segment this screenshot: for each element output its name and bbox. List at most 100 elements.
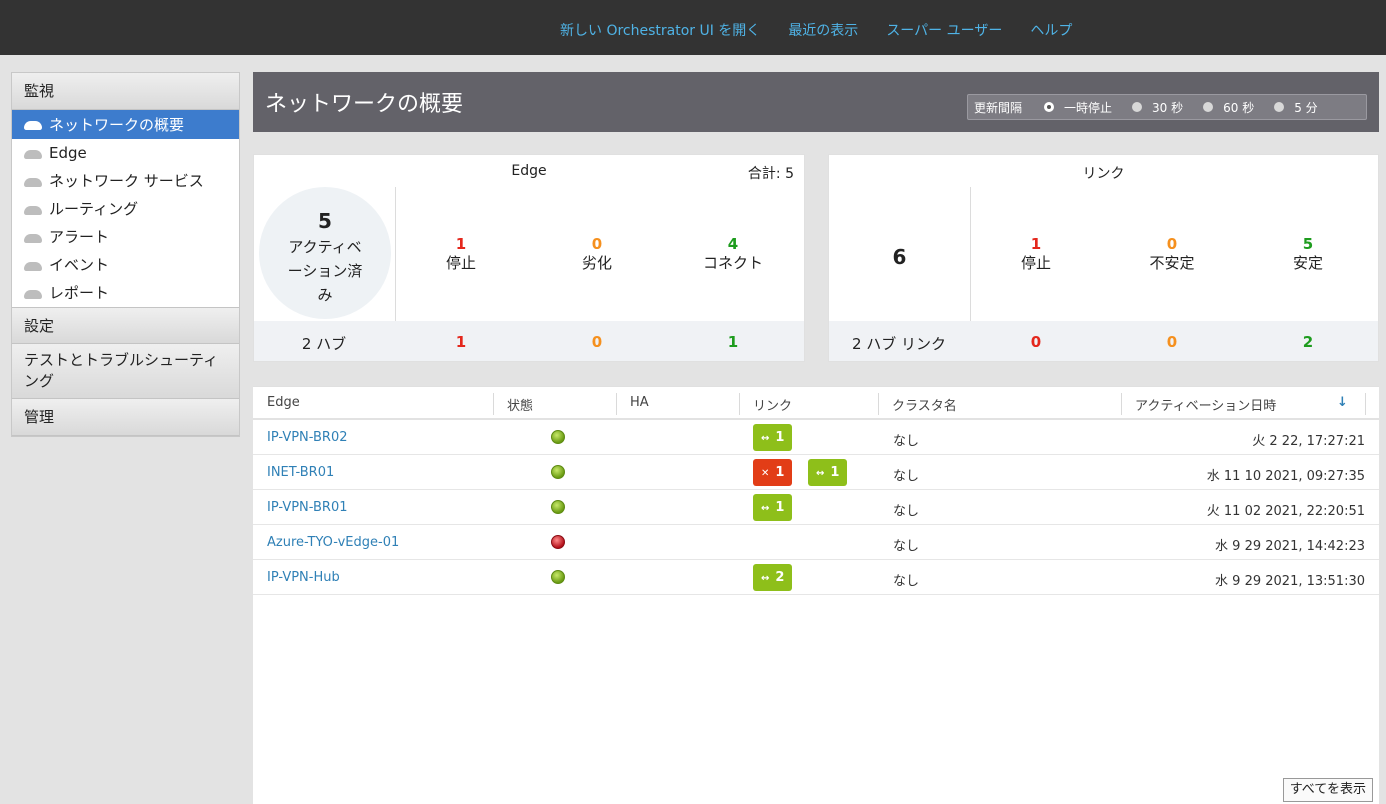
- sidebar-section-test-troubleshoot[interactable]: テストとトラブルシューティング: [12, 344, 239, 399]
- sidebar-item-label: アラート: [49, 228, 110, 246]
- edge-card-total: 合計: 5: [747, 166, 794, 182]
- sidebar-item-label: イベント: [49, 256, 110, 274]
- stat-value: 0: [591, 235, 603, 253]
- open-new-ui-link[interactable]: 新しい Orchestrator UI を開く: [560, 20, 760, 40]
- sidebar-item-alerts[interactable]: アラート: [12, 223, 239, 251]
- edge-stat-degraded[interactable]: 0 劣化: [537, 235, 657, 273]
- divider: [970, 187, 971, 323]
- sidebar-item-network-services[interactable]: ネットワーク サービス: [12, 167, 239, 195]
- sidebar-section-admin[interactable]: 管理: [12, 399, 239, 436]
- status-ok-icon: [551, 465, 565, 479]
- arrow-down-icon[interactable]: ↓: [1337, 395, 1348, 410]
- page-title: ネットワークの概要: [265, 92, 464, 117]
- table-row[interactable]: IP-VPN-Hub ↔ 2 なし 水 9 29 2021, 13:51:30: [253, 560, 1379, 595]
- column-header-status[interactable]: 状態: [507, 395, 533, 414]
- edge-name-link[interactable]: Azure-TYO-vEdge-01: [267, 535, 399, 550]
- edge-card-header: Edge 合計: 5: [254, 155, 804, 187]
- edge-name-link[interactable]: IP-VPN-Hub: [267, 570, 340, 585]
- hub-link-stable-count[interactable]: 2: [1248, 333, 1368, 351]
- column-header-cluster[interactable]: クラスタ名: [892, 395, 957, 414]
- link-count: 1: [775, 500, 785, 515]
- column-header-links[interactable]: リンク: [753, 395, 792, 414]
- link-up-badge[interactable]: ↔ 2: [753, 564, 793, 591]
- help-link[interactable]: ヘルプ: [1030, 20, 1072, 40]
- link-count: 1: [775, 465, 785, 480]
- cluster-name: なし: [893, 434, 920, 449]
- sidebar-item-label: ネットワーク サービス: [49, 172, 204, 190]
- stat-value: 4: [727, 235, 739, 253]
- sidebar: 監視 ネットワークの概要 Edge ネットワーク サービス ルーティング アラー…: [11, 72, 240, 437]
- table-header: Edge 状態 HA リンク クラスタ名 アクティベーション日時 ↓: [253, 387, 1379, 420]
- top-nav: 新しい Orchestrator UI を開く 最近の表示 スーパー ユーザー …: [560, 20, 1100, 40]
- super-user-menu[interactable]: スーパー ユーザー: [886, 20, 1002, 40]
- link-up-badge[interactable]: ↔ 1: [753, 424, 793, 451]
- radio-icon[interactable]: [1132, 102, 1143, 112]
- radio-icon[interactable]: [1203, 102, 1214, 112]
- link-total-count[interactable]: 6: [829, 245, 970, 269]
- cluster-name: なし: [893, 539, 920, 554]
- stat-value: 5: [1302, 235, 1314, 253]
- cloud-icon: [24, 261, 42, 271]
- refresh-interval-control: 更新間隔 一時停止 30 秒 60 秒 5 分: [967, 94, 1367, 120]
- link-card-header: リンク: [829, 155, 1378, 187]
- cloud-icon: [24, 205, 42, 215]
- sidebar-item-reports[interactable]: レポート: [12, 279, 239, 307]
- page-header: ネットワークの概要 更新間隔 一時停止 30 秒 60 秒 5 分: [253, 72, 1379, 132]
- edge-name-link[interactable]: IP-VPN-BR01: [267, 500, 348, 515]
- show-all-button[interactable]: すべてを表示: [1282, 778, 1373, 802]
- stat-value: 0: [1166, 235, 1178, 253]
- sidebar-item-events[interactable]: イベント: [12, 251, 239, 279]
- table-row[interactable]: IP-VPN-BR01 ↔ 1 なし 火 11 02 2021, 22:20:51: [253, 490, 1379, 525]
- sidebar-section-monitor[interactable]: 監視: [12, 73, 239, 110]
- refresh-option-60s[interactable]: 60 秒: [1203, 99, 1254, 116]
- link-down-icon: ✕: [761, 468, 770, 479]
- link-up-badge[interactable]: ↔ 1: [808, 459, 848, 486]
- hub-connected-count[interactable]: 1: [673, 333, 793, 351]
- hub-link-down-count[interactable]: 0: [976, 333, 1096, 351]
- edge-name-link[interactable]: IP-VPN-BR02: [267, 430, 348, 445]
- table-row[interactable]: INET-BR01 ✕ 1 ↔ 1 なし 水 11 10 2021, 09:27:3…: [253, 455, 1379, 490]
- hub-degraded-count[interactable]: 0: [537, 333, 657, 351]
- radio-selected-icon[interactable]: [1044, 102, 1055, 112]
- stat-label: コネクト: [702, 254, 763, 272]
- link-down-badge[interactable]: ✕ 1: [753, 459, 793, 486]
- hub-link-unstable-count[interactable]: 0: [1112, 333, 1232, 351]
- radio-icon[interactable]: [1274, 102, 1285, 112]
- edge-stat-down[interactable]: 1 停止: [401, 235, 521, 273]
- stat-label: 停止: [1020, 254, 1051, 272]
- link-up-icon: ↔: [761, 503, 770, 514]
- hub-down-count[interactable]: 1: [401, 333, 521, 351]
- cloud-icon: [24, 121, 42, 130]
- edge-activated-label: アクティベーション済み: [287, 238, 363, 304]
- refresh-option-pause[interactable]: 一時停止: [1044, 99, 1112, 116]
- edge-stat-connected[interactable]: 4 コネクト: [673, 235, 793, 273]
- column-header-edge[interactable]: Edge: [267, 395, 300, 410]
- link-up-badge[interactable]: ↔ 1: [753, 494, 793, 521]
- column-header-ha[interactable]: HA: [630, 395, 649, 410]
- table-row[interactable]: IP-VPN-BR02 ↔ 1 なし 火 2 22, 17:27:21: [253, 420, 1379, 455]
- sidebar-section-settings[interactable]: 設定: [12, 307, 239, 344]
- link-stat-unstable[interactable]: 0 不安定: [1112, 235, 1232, 273]
- sidebar-item-network-overview[interactable]: ネットワークの概要: [12, 110, 239, 139]
- sidebar-item-routing[interactable]: ルーティング: [12, 195, 239, 223]
- column-header-activation-date[interactable]: アクティベーション日時: [1135, 395, 1276, 414]
- column-divider: [878, 393, 879, 415]
- sidebar-item-edge[interactable]: Edge: [12, 139, 239, 167]
- link-card-title: リンク: [1082, 166, 1125, 182]
- refresh-option-5m[interactable]: 5 分: [1274, 99, 1318, 116]
- sidebar-item-label: レポート: [49, 284, 110, 302]
- refresh-option-30s[interactable]: 30 秒: [1132, 99, 1183, 116]
- stat-label: 不安定: [1149, 254, 1195, 272]
- table-row[interactable]: Azure-TYO-vEdge-01 なし 水 9 29 2021, 14:42…: [253, 525, 1379, 560]
- hub-link-label: 2 ハブ リンク: [851, 335, 947, 353]
- edge-activated-circle[interactable]: 5 アクティベーション済み: [259, 187, 391, 319]
- cluster-name: なし: [893, 504, 920, 519]
- link-stat-stable[interactable]: 5 安定: [1248, 235, 1368, 273]
- stat-value: 1: [1030, 235, 1042, 253]
- cloud-icon: [24, 233, 42, 243]
- link-stat-down[interactable]: 1 停止: [976, 235, 1096, 273]
- recent-views-link[interactable]: 最近の表示: [788, 20, 858, 40]
- link-up-icon: ↔: [761, 433, 770, 444]
- edge-name-link[interactable]: INET-BR01: [267, 465, 334, 480]
- cloud-icon: [24, 177, 42, 187]
